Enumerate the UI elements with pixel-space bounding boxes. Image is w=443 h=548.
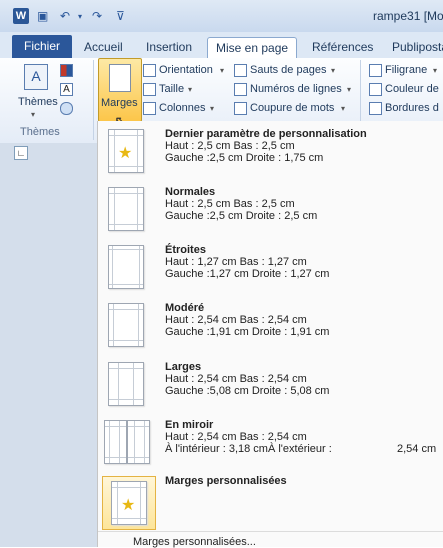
save-icon[interactable]: ▣ xyxy=(37,9,48,23)
margin-preview-thumbnail: ★ xyxy=(108,129,144,173)
custom-margins-command[interactable]: Marges personnalisées... xyxy=(133,536,256,548)
bordures-de-page-button[interactable]: Bordures d xyxy=(385,102,439,114)
theme-fonts-icon[interactable]: A xyxy=(60,83,73,96)
marges-label: Marges xyxy=(101,97,138,109)
margin-preview-thumbnail xyxy=(108,303,144,347)
numeros-icon xyxy=(234,83,247,96)
taille-icon xyxy=(143,83,156,96)
word-app-icon[interactable]: W xyxy=(13,8,29,24)
undo-icon[interactable]: ↶ xyxy=(60,9,70,23)
menu-item-normales[interactable]: Normales Haut : 2,5 cm Bas : 2,5 cm Gauc… xyxy=(98,183,443,241)
item-inside-outside: À l'intérieur : 3,18 cmÀ l'extérieur : xyxy=(165,443,332,455)
item-top-bottom: Haut : 2,5 cm Bas : 2,5 cm xyxy=(165,198,295,210)
coupure-icon xyxy=(234,102,247,115)
star-icon: ★ xyxy=(118,145,133,162)
undo-dropdown-icon[interactable]: ▾ xyxy=(78,12,82,21)
themes-icon[interactable]: A xyxy=(24,64,48,90)
item-title: Normales xyxy=(165,186,216,198)
document-title: rampe31 [Mo xyxy=(373,9,443,23)
ribbon-tabs: Fichier Accueil Insertion Mise en page R… xyxy=(0,32,443,60)
theme-effects-icon[interactable] xyxy=(60,102,73,115)
margin-preview-thumbnail xyxy=(108,245,144,289)
title-bar: W ▣ ↶ ▾ ↷ ⊽ rampe31 [Mo xyxy=(0,0,443,32)
item-left-right: Gauche :1,27 cm Droite : 1,27 cm xyxy=(165,268,330,280)
menu-item-en-miroir[interactable]: En miroir Haut : 2,54 cm Bas : 2,54 cm À… xyxy=(98,416,443,474)
themes-button-label[interactable]: Thèmes xyxy=(18,96,58,108)
orientation-button[interactable]: Orientation xyxy=(159,64,213,76)
couleur-icon xyxy=(369,83,382,96)
tab-insertion[interactable]: Insertion xyxy=(138,37,200,58)
item-left-right: Gauche :5,08 cm Droite : 5,08 cm xyxy=(165,385,330,397)
filigrane-icon xyxy=(369,64,382,77)
margin-preview-thumbnail: ★ xyxy=(111,481,147,525)
tab-selector-icon[interactable]: ∟ xyxy=(14,146,28,160)
sauts-icon xyxy=(234,64,247,77)
couleur-de-page-button[interactable]: Couleur de xyxy=(385,83,439,95)
taille-dropdown-icon[interactable]: ▾ xyxy=(188,85,192,94)
menu-separator xyxy=(98,531,443,532)
margin-preview-thumbnail xyxy=(108,362,144,406)
taille-button[interactable]: Taille xyxy=(159,83,184,95)
tab-accueil[interactable]: Accueil xyxy=(76,37,131,58)
margin-preview-left-page xyxy=(104,420,127,464)
numeros-de-lignes-button[interactable]: Numéros de lignes xyxy=(250,83,342,95)
filigrane-button[interactable]: Filigrane xyxy=(385,64,427,76)
colonnes-dropdown-icon[interactable]: ▾ xyxy=(210,104,214,113)
item-title: Étroites xyxy=(165,244,206,256)
bordures-icon xyxy=(369,102,382,115)
custom-margins-selected-highlight[interactable]: ★ xyxy=(102,476,156,530)
item-top-bottom: Haut : 2,54 cm Bas : 2,54 cm xyxy=(165,431,307,443)
coupure-dropdown-icon[interactable]: ▾ xyxy=(341,104,345,113)
item-title: En miroir xyxy=(165,419,214,431)
star-icon: ★ xyxy=(121,497,136,514)
item-outside-value: 2,54 cm xyxy=(397,443,437,455)
left-ruler-area xyxy=(0,143,97,547)
orientation-icon xyxy=(143,64,156,77)
redo-icon[interactable]: ↷ xyxy=(92,9,102,23)
themes-group-label: Thèmes xyxy=(20,126,60,138)
menu-item-modere[interactable]: Modéré Haut : 2,54 cm Bas : 2,54 cm Gauc… xyxy=(98,299,443,357)
customize-qat-icon[interactable]: ⊽ xyxy=(116,9,125,23)
themes-dropdown-icon[interactable]: ▾ xyxy=(31,110,35,119)
tab-fichier[interactable]: Fichier xyxy=(12,35,73,58)
menu-item-dernier-parametre[interactable]: ★ Dernier paramètre de personnalisation … xyxy=(98,125,443,183)
group-divider xyxy=(93,60,94,140)
margins-dropdown-menu: ★ Dernier paramètre de personnalisation … xyxy=(97,121,443,548)
tab-mise-en-page[interactable]: Mise en page xyxy=(207,37,298,60)
sauts-de-pages-button[interactable]: Sauts de pages xyxy=(250,64,326,76)
coupure-de-mots-button[interactable]: Coupure de mots xyxy=(250,102,334,114)
item-top-bottom: Haut : 2,54 cm Bas : 2,54 cm xyxy=(165,373,307,385)
filigrane-dropdown-icon[interactable]: ▾ xyxy=(433,66,437,75)
menu-item-etroites[interactable]: Étroites Haut : 1,27 cm Bas : 1,27 cm Ga… xyxy=(98,241,443,299)
colonnes-icon xyxy=(143,102,156,115)
margin-preview-thumbnail xyxy=(108,187,144,231)
item-title: Dernier paramètre de personnalisation xyxy=(165,128,367,140)
item-left-right: Gauche :2,5 cm Droite : 1,75 cm xyxy=(165,152,324,164)
custom-margins-title[interactable]: Marges personnalisées xyxy=(165,475,287,487)
tab-publipostage[interactable]: Publiposta xyxy=(384,37,443,58)
theme-colors-icon[interactable] xyxy=(60,64,73,77)
menu-item-larges[interactable]: Larges Haut : 2,54 cm Bas : 2,54 cm Gauc… xyxy=(98,358,443,416)
tab-references[interactable]: Références xyxy=(304,37,381,58)
margins-icon xyxy=(109,64,131,92)
item-top-bottom: Haut : 1,27 cm Bas : 1,27 cm xyxy=(165,256,307,268)
margin-preview-right-page xyxy=(127,420,150,464)
colonnes-button[interactable]: Colonnes xyxy=(159,102,205,114)
item-title: Modéré xyxy=(165,302,205,314)
orientation-dropdown-icon[interactable]: ▾ xyxy=(220,66,224,75)
sauts-dropdown-icon[interactable]: ▾ xyxy=(331,66,335,75)
numeros-dropdown-icon[interactable]: ▾ xyxy=(347,85,351,94)
item-left-right: Gauche :2,5 cm Droite : 2,5 cm xyxy=(165,210,318,222)
item-left-right: Gauche :1,91 cm Droite : 1,91 cm xyxy=(165,326,330,338)
item-title: Larges xyxy=(165,361,202,373)
item-top-bottom: Haut : 2,5 cm Bas : 2,5 cm xyxy=(165,140,295,152)
item-top-bottom: Haut : 2,54 cm Bas : 2,54 cm xyxy=(165,314,307,326)
